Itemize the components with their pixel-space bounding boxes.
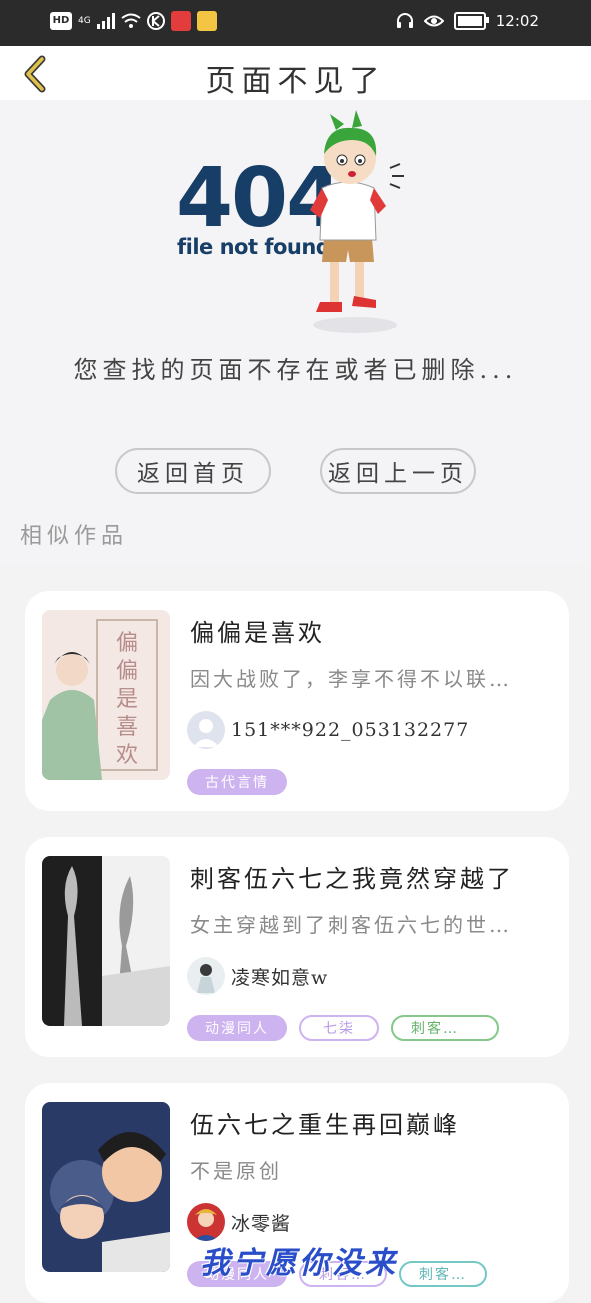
work-card[interactable]: 刺客伍六七之我竟然穿越了 女主穿越到了刺客伍六七的世… 凌寒如意w 动漫同人 七… [25,837,569,1057]
eye-icon [423,15,444,27]
status-bar-left: HD 4G [50,11,217,31]
tag[interactable]: 古代言情 [187,769,287,795]
tag[interactable]: 刺客… [391,1015,499,1041]
work-cover: 偏 偏 是 喜 欢 [42,610,170,780]
work-title: 伍六七之重生再回巅峰 [190,1111,460,1139]
wifi-icon [121,13,141,28]
app-notification-icon-2 [196,11,217,31]
work-author[interactable]: 冰零酱 [187,1203,291,1241]
author-name: 凌寒如意w [231,966,329,989]
svg-text:欢: 欢 [116,743,138,768]
nav-bar: 页面不见了 [0,46,591,100]
error-panel: 404 file not found 您查找的页面不存在或者已删除... 返回首… [0,100,591,565]
work-description: 女主穿越到了刺客伍六七的世… [190,913,512,937]
work-cover [42,856,170,1026]
clock: 12:02 [495,12,539,30]
work-title: 偏偏是喜欢 [190,619,325,647]
signal-icon [96,13,115,29]
page-title: 页面不见了 [205,64,386,99]
previous-page-button[interactable]: 返回上一页 [320,448,476,494]
battery-icon [453,12,489,30]
similar-works-heading: 相似作品 [20,524,129,549]
avatar [187,1203,225,1241]
work-description: 不是原创 [190,1159,282,1183]
svg-text:偏: 偏 [116,631,138,656]
work-description: 因大战败了，李享不得不以联… [190,667,512,691]
home-button[interactable]: 返回首页 [115,448,271,494]
svg-text:偏: 偏 [116,659,138,684]
author-name: 151***922_053132277 [231,719,470,741]
headset-icon [396,13,413,28]
work-title: 刺客伍六七之我竟然穿越了 [190,865,514,893]
k-app-icon [146,12,165,30]
work-author[interactable]: 凌寒如意w [187,957,328,995]
work-tags: 动漫同人 七柒 刺客… [187,1015,499,1041]
avatar [187,711,225,749]
network-badge: 4G [78,16,91,26]
tag[interactable]: 七柒 [299,1015,379,1041]
app-notification-icon [170,11,191,31]
author-name: 冰零酱 [231,1212,292,1235]
tag[interactable]: 刺客… [399,1261,487,1287]
svg-text:喜: 喜 [116,715,138,740]
avatar [187,957,225,995]
mascot-illustration [310,110,404,333]
error-message: 您查找的页面不存在或者已删除... [73,356,518,384]
work-card[interactable]: 偏 偏 是 喜 欢 偏偏是喜欢 因大战败了，李享不得不以联… 151***922… [25,591,569,811]
work-tags: 古代言情 [187,769,287,795]
status-bar: HD 4G 12:02 [0,0,591,46]
hd-badge: HD [50,12,72,30]
work-cover [42,1102,170,1272]
work-author[interactable]: 151***922_053132277 [187,711,469,749]
watermark-text: 我宁愿你没来 [200,1246,398,1281]
tag[interactable]: 动漫同人 [187,1015,287,1041]
status-bar-right: 12:02 [396,12,539,30]
svg-text:是: 是 [116,687,138,712]
